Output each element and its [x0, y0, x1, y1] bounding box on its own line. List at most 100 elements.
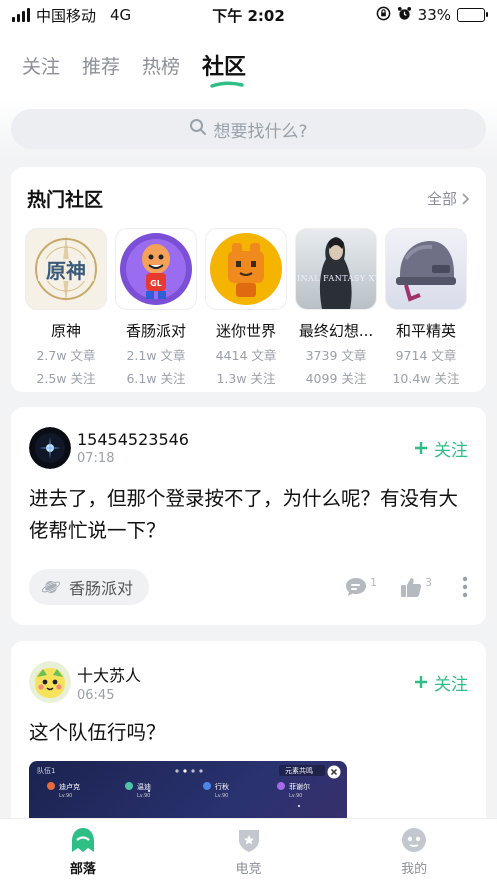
search-icon [189, 118, 207, 141]
tribe-icon [71, 827, 94, 852]
community-tag[interactable]: 香肠派对 [29, 569, 150, 605]
tab-trending[interactable]: 热榜 [142, 52, 180, 79]
post-text[interactable]: 这个队伍行吗？ [29, 717, 468, 749]
post-username[interactable]: 15454523546 [77, 430, 189, 449]
shot-label-lv4: Lv.90 [289, 793, 302, 799]
search-bar[interactable]: 想要找什么? [11, 109, 486, 149]
community-articles: 2.1w 文章 [126, 348, 186, 363]
search-placeholder: 想要找什么? [213, 121, 308, 142]
top-tab-bar: 关注 推荐 热榜 社区 [0, 30, 497, 100]
mini-world-logo-icon [205, 228, 287, 310]
post-time: 06:45 [77, 687, 115, 703]
nav-esports[interactable]: 电竞 [166, 819, 332, 883]
trophy-shield-icon [238, 829, 259, 852]
svg-text:GL: GL [150, 279, 162, 288]
final-fantasy-logo-icon: FINAL FANTASY XV [295, 228, 377, 310]
plus-icon [415, 676, 427, 688]
community-articles: 4414 文章 [215, 348, 277, 363]
post-text[interactable]: 进去了，但那个登录按不了，为什么呢？有没有大佬帮忙说一下？ [29, 483, 468, 547]
tab-follow[interactable]: 关注 [22, 52, 60, 79]
status-right: 33% [376, 6, 488, 25]
rotation-lock-icon [376, 6, 391, 25]
more-vertical-icon [462, 576, 468, 598]
post-card[interactable]: 15454523546 07:18 关注 进去了，但那个登录按不了，为什么呢？有… [11, 407, 486, 625]
status-left: 中国移动 4G [12, 5, 131, 26]
alarm-icon [397, 6, 412, 25]
peacekeeper-elite-logo-icon [385, 228, 467, 310]
post-username[interactable]: 十大苏人 [77, 662, 141, 686]
search-area: 想要找什么? [0, 100, 497, 158]
community-followers: 4099 关注 [305, 371, 367, 386]
avatar[interactable] [29, 661, 71, 703]
community-name: 香肠派对 [125, 322, 186, 340]
chevron-right-icon [462, 192, 470, 205]
community-name: 和平精英 [395, 322, 456, 340]
more-options-button[interactable] [462, 576, 468, 598]
shot-label-lv2: Lv.90 [137, 793, 150, 799]
view-all-link[interactable]: 全部 [427, 188, 470, 209]
planet-icon [41, 581, 61, 593]
comment-button[interactable]: 1 [344, 576, 377, 598]
nav-me-label: 我的 [401, 861, 428, 877]
status-bar: 中国移动 4G 下午 2:02 33% [0, 0, 497, 30]
nav-esports-label: 电竞 [235, 861, 262, 877]
shot-label-resonance: 元素共鸣 [285, 766, 313, 775]
thumbs-up-icon [401, 578, 422, 597]
community-followers: 2.5w 关注 [36, 371, 96, 386]
community-followers: 6.1w 关注 [126, 371, 186, 386]
community-item[interactable]: GL 香肠派对 2.1w 文章 6.1w 关注 [115, 228, 197, 387]
shot-label-char4: 菲谢尔 [289, 782, 310, 791]
community-list: 原神 原神 2.7w 文章 2.5w 关注 GL 香肠派对 2.1w 文章 6.… [11, 228, 486, 387]
comment-icon [346, 578, 366, 596]
svg-text:原神: 原神 [46, 259, 86, 283]
sausage-man-logo-icon: GL [115, 228, 197, 310]
follow-label: 关注 [434, 440, 468, 461]
plus-icon [415, 442, 427, 454]
close-icon[interactable] [327, 765, 341, 779]
hot-communities-card: 热门社区 全部 原神 原神 2.7w 文章 2.5w 关注 GL 香肠派对 2.… [11, 167, 486, 392]
community-followers: 10.4w 关注 [392, 371, 460, 386]
nav-me[interactable]: 我的 [331, 819, 497, 883]
battery-icon [457, 8, 488, 22]
carrier-label: 中国移动 [36, 6, 97, 25]
shot-label-char1: 迪卢克 [59, 782, 80, 791]
genshin-logo-icon: 原神 [25, 228, 107, 310]
shot-label-char2: 温迪 [137, 782, 151, 791]
battery-percent: 33% [417, 6, 451, 24]
post-time: 07:18 [77, 451, 115, 466]
community-tag-label: 香肠派对 [69, 579, 134, 598]
like-count: 3 [425, 576, 432, 589]
community-name: 迷你世界 [215, 322, 276, 340]
like-button[interactable]: 3 [399, 576, 432, 598]
shot-label-team: 队伍1 [37, 766, 55, 775]
shot-label-lv3: Lv.90 [215, 793, 228, 799]
community-item[interactable]: 和平精英 9714 文章 10.4w 关注 [385, 228, 467, 387]
follow-button[interactable]: 关注 [414, 436, 468, 461]
shot-label-char3: 行秋 [215, 782, 229, 791]
community-name: 最终幻想... [298, 322, 374, 340]
signal-icon [12, 8, 30, 22]
profile-face-icon [402, 827, 427, 852]
bottom-nav: 部落 电竞 我的 [0, 818, 497, 883]
community-item[interactable]: 迷你世界 4414 文章 1.3w 关注 [205, 228, 287, 387]
community-followers: 1.3w 关注 [216, 371, 276, 386]
community-item[interactable]: FINAL FANTASY XV 最终幻想... 3739 文章 4099 关注 [295, 228, 377, 387]
comment-count: 1 [370, 576, 377, 589]
post-card[interactable]: 十大苏人 06:45 关注 这个队伍行吗？ 队伍1 元素共鸣 迪卢克 Lv.90… [11, 641, 486, 841]
nav-tribe[interactable]: 部落 [0, 819, 166, 883]
follow-button[interactable]: 关注 [414, 670, 468, 695]
active-tab-indicator [210, 81, 244, 88]
nav-tribe-label: 部落 [69, 861, 96, 877]
community-name: 原神 [50, 322, 81, 340]
tab-community-label: 社区 [202, 55, 247, 80]
community-articles: 3739 文章 [305, 348, 367, 363]
community-item[interactable]: 原神 原神 2.7w 文章 2.5w 关注 [25, 228, 107, 387]
follow-label: 关注 [434, 674, 468, 695]
tab-recommend[interactable]: 推荐 [82, 52, 120, 79]
view-all-label: 全部 [426, 190, 457, 208]
avatar[interactable] [29, 427, 71, 469]
community-articles: 2.7w 文章 [36, 348, 96, 363]
tab-community[interactable]: 社区 [202, 49, 247, 88]
shot-label-lv1: Lv.90 [59, 793, 72, 799]
community-articles: 9714 文章 [395, 348, 457, 363]
